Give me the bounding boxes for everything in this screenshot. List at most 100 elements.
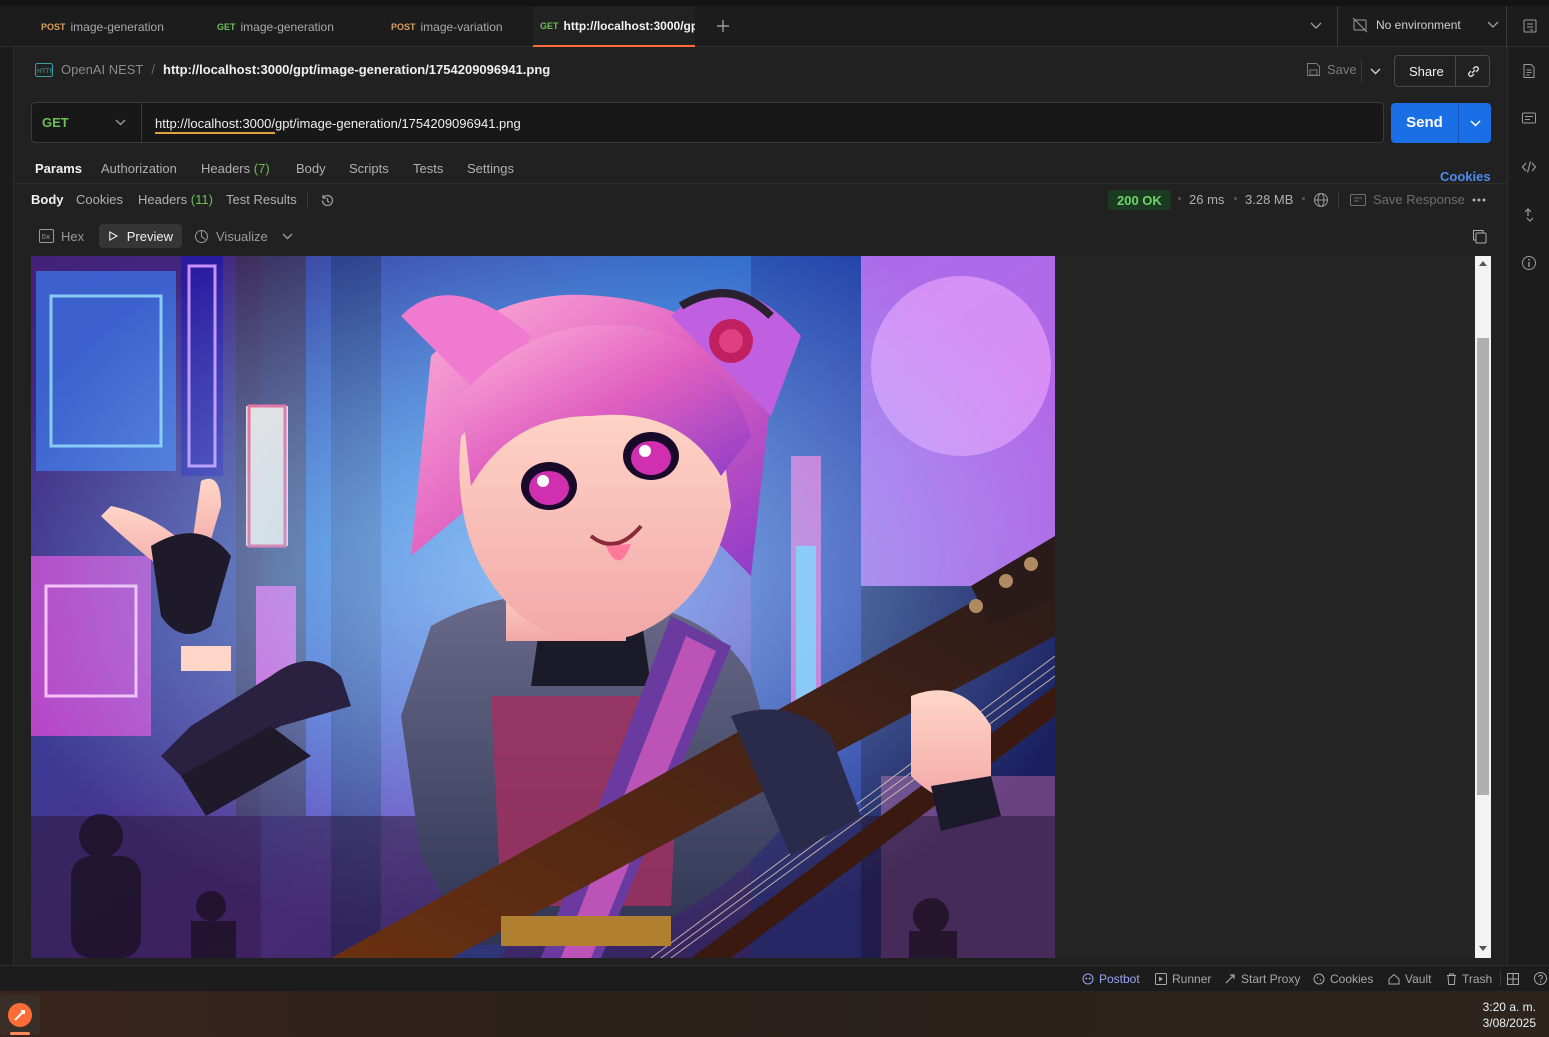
method-select[interactable]: GET (32, 103, 142, 142)
breadcrumb-collection[interactable]: OpenAI NEST (61, 62, 143, 77)
tab-tests[interactable]: Tests (413, 161, 443, 176)
response-image (31, 256, 1055, 958)
tab-method: POST (41, 21, 66, 32)
response-preview-pane (31, 256, 1475, 958)
response-tab-headers[interactable]: Headers (11) (138, 192, 213, 207)
tab-label: image-generation (70, 19, 164, 34)
tab-scripts[interactable]: Scripts (349, 161, 389, 176)
info-icon[interactable] (1521, 255, 1537, 271)
tab-post-image-generation[interactable]: POST image-generation (27, 6, 187, 47)
documentation-icon[interactable] (1521, 63, 1537, 79)
visualize-view-button[interactable]: Visualize (187, 225, 275, 247)
copy-response-button[interactable] (1469, 226, 1489, 246)
hex-icon: 0x (39, 229, 54, 243)
tab-post-image-variation[interactable]: POST image-variation (377, 6, 533, 47)
link-icon (1467, 65, 1479, 77)
preview-scrollbar-thumb[interactable] (1477, 338, 1489, 795)
response-more-button[interactable] (1470, 191, 1488, 209)
share-button[interactable]: Share (1409, 64, 1444, 79)
code-icon[interactable] (1521, 159, 1537, 175)
response-tab-body[interactable]: Body (31, 192, 64, 207)
tab-method: GET (217, 21, 236, 32)
start-proxy-label: Start Proxy (1241, 972, 1301, 986)
response-tab-cookies[interactable]: Cookies (76, 192, 123, 207)
visualize-label: Visualize (216, 228, 268, 244)
left-sidebar-edge (0, 47, 14, 965)
status-badge[interactable]: 200 OK (1108, 190, 1171, 210)
chevron-down-icon (115, 119, 126, 126)
hex-view-button[interactable]: 0x Hex (31, 225, 92, 247)
layout-toggle-icon[interactable] (1507, 973, 1519, 985)
copy-icon (1472, 229, 1486, 243)
copy-link-button[interactable] (1456, 56, 1490, 86)
response-time[interactable]: 26 ms (1189, 192, 1224, 207)
save-response-button[interactable]: Save Response (1350, 192, 1465, 207)
scroll-down-arrow-icon[interactable] (1479, 946, 1487, 951)
save-button[interactable]: Save (1306, 62, 1357, 77)
save-label: Save (1327, 62, 1357, 77)
cookies-link[interactable]: Cookies (1440, 169, 1491, 184)
tab-headers[interactable]: Headers (7) (201, 161, 270, 176)
tab-get-image-generation[interactable]: GET image-generation (203, 6, 363, 47)
tab-get-localhost-active[interactable]: GET http://localhost:3000/gp (533, 6, 695, 47)
postman-taskbar-button[interactable] (0, 995, 40, 1035)
os-taskbar: 3:20 a. m. 3/08/2025 (0, 991, 1549, 1037)
tab-body[interactable]: Body (296, 161, 326, 176)
svg-text:0x: 0x (42, 233, 51, 241)
vault-label: Vault (1405, 972, 1432, 986)
trash-label: Trash (1462, 972, 1493, 986)
url-input[interactable] (155, 113, 1355, 133)
response-size[interactable]: 3.28 MB (1245, 192, 1293, 207)
clock-date: 3/08/2025 (1482, 1016, 1536, 1030)
preview-view-button[interactable]: Preview (99, 224, 182, 248)
right-context-bar (1507, 47, 1549, 965)
tabs-overflow-button[interactable] (1306, 16, 1326, 36)
help-icon[interactable] (1534, 972, 1547, 985)
trash-button[interactable]: Trash (1446, 972, 1492, 986)
cookie-icon (1313, 973, 1325, 985)
globe-icon (1314, 193, 1328, 207)
visualize-icon (195, 229, 208, 243)
save-response-label: Save Response (1373, 192, 1465, 207)
environment-quick-look-button[interactable] (1520, 16, 1540, 36)
cookies-statusbar-button[interactable]: Cookies (1313, 972, 1373, 986)
chevron-down-icon (1370, 68, 1380, 74)
share-button-group: Share (1394, 55, 1490, 87)
postbot-button[interactable]: Postbot (1082, 972, 1140, 986)
response-tab-headers-count: (11) (190, 192, 213, 207)
vault-button[interactable]: Vault (1388, 972, 1431, 986)
save-options-button[interactable] (1366, 62, 1384, 80)
new-tab-button[interactable] (713, 16, 733, 36)
visualize-options-button[interactable] (278, 227, 296, 245)
comments-icon[interactable] (1521, 111, 1537, 127)
send-options-button[interactable] (1459, 103, 1491, 143)
related-collections-icon[interactable] (1521, 207, 1537, 223)
trash-icon (1447, 973, 1456, 985)
tab-params[interactable]: Params (35, 161, 82, 176)
breadcrumb: HTTP OpenAI NEST / http://localhost:3000… (35, 62, 550, 77)
chevron-down-icon (282, 233, 292, 239)
cookies-statusbar-label: Cookies (1330, 972, 1374, 986)
no-environment-icon (1352, 17, 1368, 33)
response-tab-headers-label: Headers (138, 192, 188, 207)
send-button[interactable]: Send (1391, 114, 1458, 131)
response-history-button[interactable] (318, 191, 336, 209)
tab-authorization[interactable]: Authorization (101, 161, 177, 176)
tab-settings[interactable]: Settings (467, 161, 514, 176)
scroll-up-arrow-icon[interactable] (1479, 261, 1487, 266)
system-clock[interactable]: 3:20 a. m. 3/08/2025 (1483, 999, 1536, 1031)
runner-button[interactable]: Runner (1155, 972, 1211, 986)
tab-method: POST (391, 21, 416, 32)
svg-text:HTTP: HTTP (37, 67, 53, 75)
network-info-button[interactable] (1312, 191, 1330, 209)
start-proxy-button[interactable]: Start Proxy (1224, 972, 1300, 986)
status-bar: Postbot Runner Start Proxy Cookies Vault… (0, 965, 1549, 991)
environment-selector[interactable]: No environment (1352, 17, 1499, 33)
tab-label: image-generation (240, 19, 334, 34)
tab-headers-count: (7) (253, 161, 270, 176)
breadcrumb-request-name[interactable]: http://localhost:3000/gpt/image-generati… (163, 62, 550, 77)
proxy-icon (1225, 974, 1235, 984)
save-icon (1307, 63, 1320, 76)
play-icon (109, 231, 119, 241)
response-tab-test-results[interactable]: Test Results (226, 192, 297, 207)
